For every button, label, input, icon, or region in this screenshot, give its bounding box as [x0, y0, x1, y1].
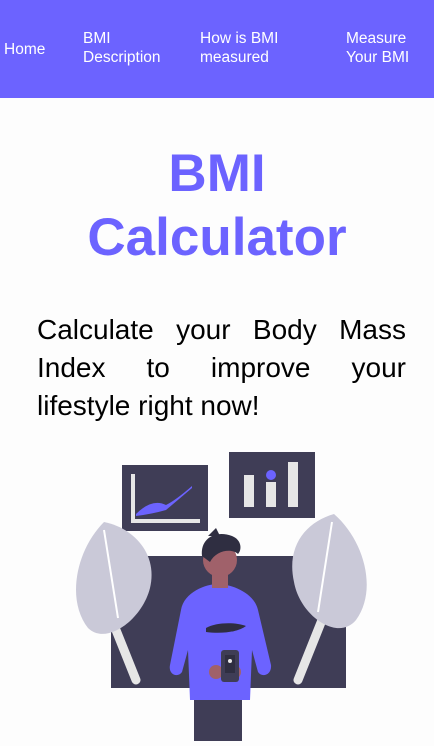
nav-bmi-description-link[interactable]: BMI Description	[83, 29, 161, 67]
nav-measure-bmi-label-line1: Measure	[346, 30, 407, 47]
nav-home-label: Home	[4, 41, 46, 58]
nav-measure-bmi-label-line2: Your BMI	[346, 49, 410, 66]
nav-how-measured-label-line1: How is BMI	[200, 30, 279, 47]
nav-how-measured-link[interactable]: How is BMI measured	[200, 29, 278, 67]
page-title-line2: Calculator	[87, 208, 347, 267]
nav-how-measured-label-line2: measured	[200, 49, 269, 66]
top-nav-bar: Home BMI Description How is BMI measured…	[0, 0, 434, 98]
nav-bmi-description-label-line2: Description	[83, 49, 161, 66]
nav-bmi-description-label-line1: BMI	[83, 30, 111, 47]
page-title-line1: BMI	[168, 144, 266, 203]
nav-measure-bmi-link[interactable]: Measure Your BMI	[346, 29, 409, 67]
line-chart-card	[122, 465, 208, 531]
page-title: BMI Calculator	[0, 142, 434, 270]
bar-chart-card	[229, 452, 315, 518]
nav-home-link[interactable]: Home	[4, 40, 45, 59]
person-with-charts-illustration	[66, 450, 376, 741]
illustration-svg	[76, 452, 367, 741]
hero-subtitle: Calculate your Body Mass Index to improv…	[37, 314, 406, 421]
